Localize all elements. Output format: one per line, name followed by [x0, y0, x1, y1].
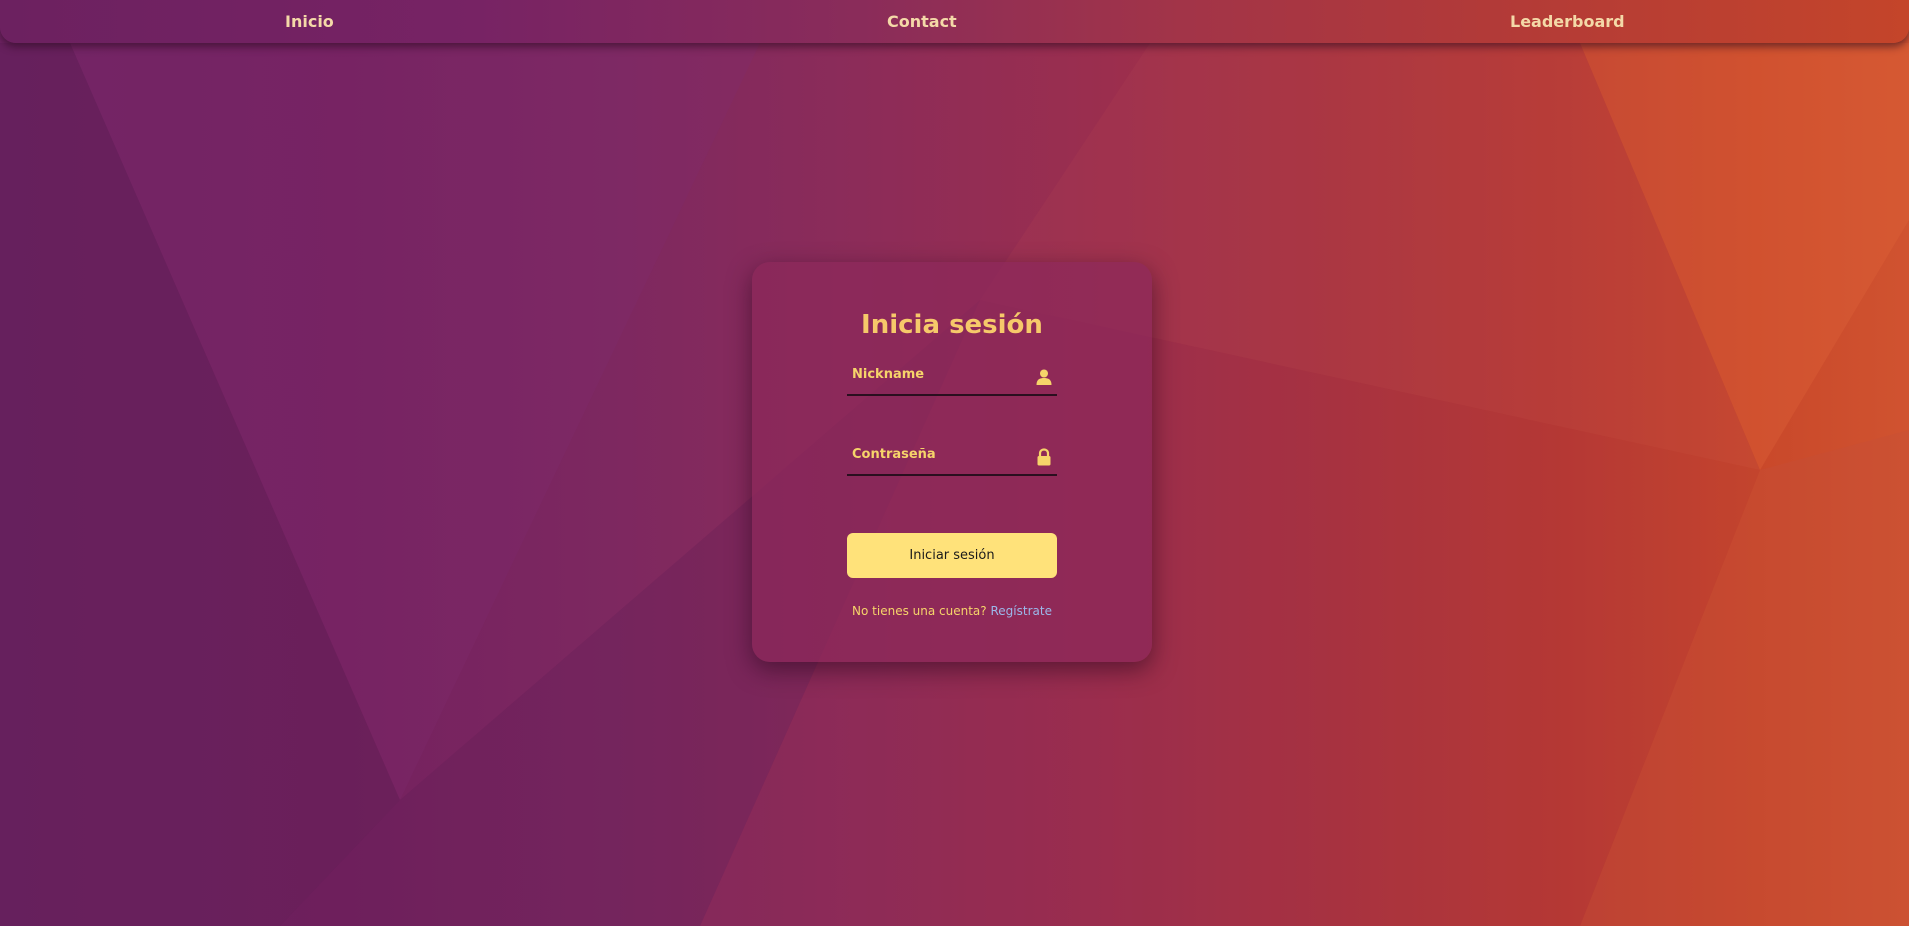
register-prompt: No tienes una cuenta? Regístrate	[752, 604, 1152, 618]
login-button[interactable]: Iniciar sesión	[847, 533, 1057, 578]
login-card: Inicia sesión Iniciar sesión No tienes u…	[752, 262, 1152, 662]
nickname-field	[847, 356, 1057, 396]
password-input[interactable]	[847, 436, 1022, 472]
nav-link-contact[interactable]: Contact	[887, 12, 957, 31]
user-icon	[1036, 369, 1052, 385]
nickname-input[interactable]	[847, 356, 1022, 392]
nav-link-inicio[interactable]: Inicio	[285, 12, 334, 31]
password-field	[847, 436, 1057, 476]
login-title: Inicia sesión	[861, 310, 1043, 340]
register-prompt-text: No tienes una cuenta?	[852, 604, 987, 618]
top-navbar: Inicio Contact Leaderboard	[0, 0, 1909, 43]
lock-icon	[1037, 448, 1051, 466]
nav-link-leaderboard[interactable]: Leaderboard	[1510, 12, 1625, 31]
register-link[interactable]: Regístrate	[990, 604, 1051, 618]
